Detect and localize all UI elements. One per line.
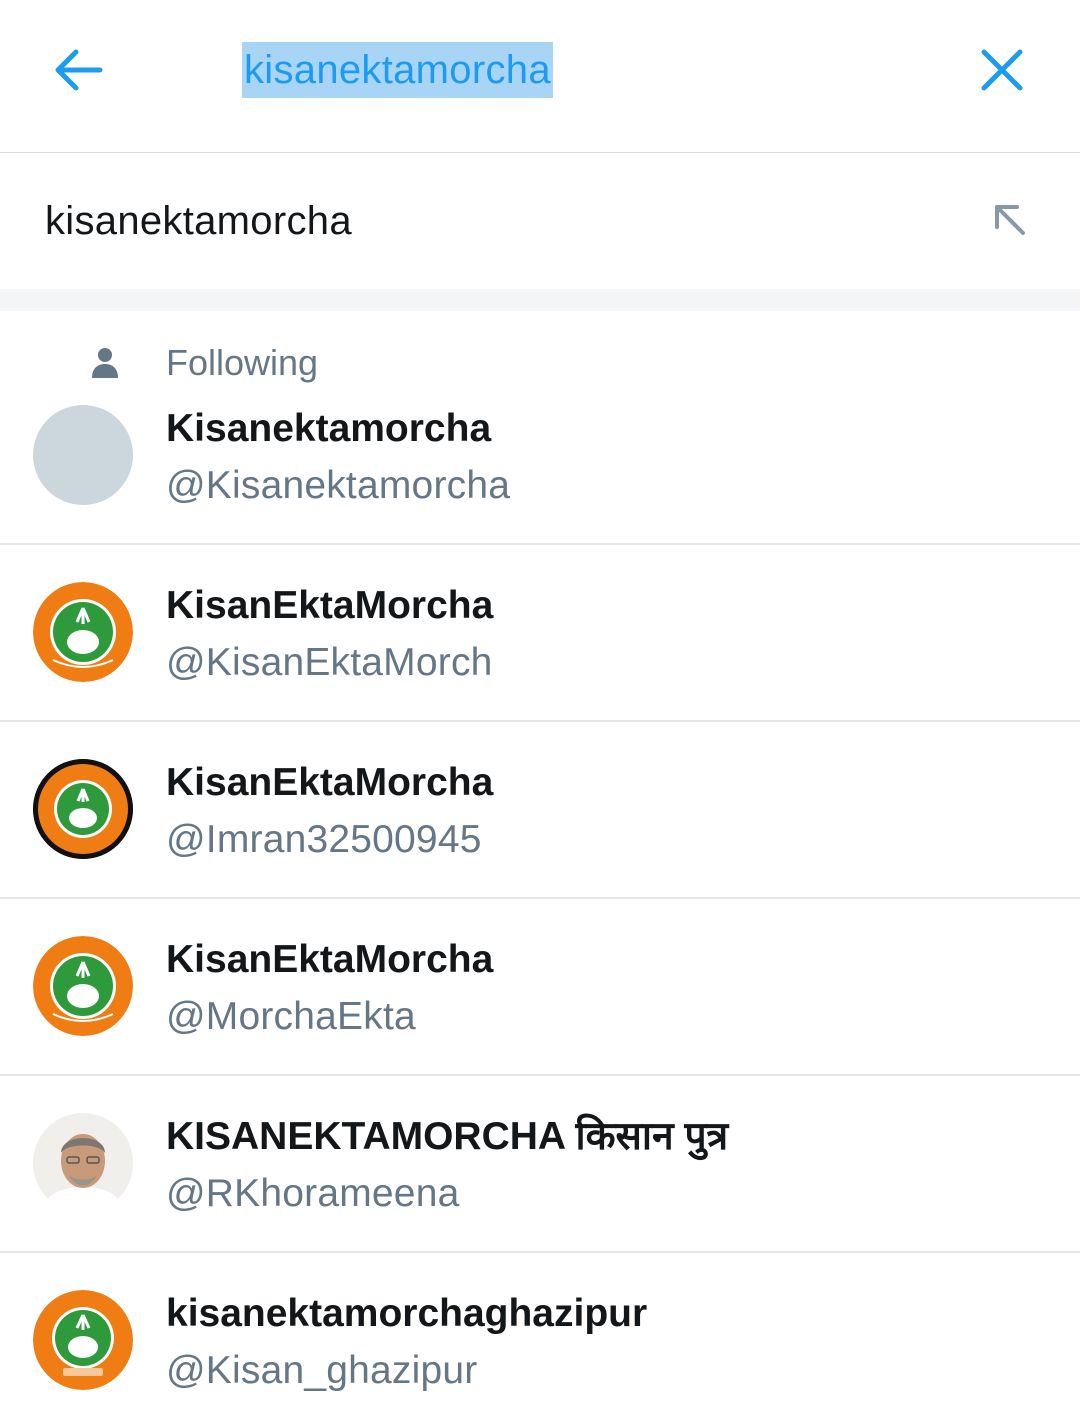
avatar: [33, 759, 133, 859]
section-divider: [0, 289, 1080, 311]
avatar: [33, 1290, 133, 1390]
query-suggestion-text: kisanektamorcha: [45, 199, 352, 243]
user-handle: @KisanEktaMorch: [166, 641, 493, 684]
fill-query-button[interactable]: [976, 186, 1042, 252]
avatar: [33, 936, 133, 1036]
following-indicator: Following: [0, 336, 1080, 392]
avatar: [33, 1113, 133, 1213]
person-icon: [92, 348, 118, 378]
user-handle: @Kisanektamorcha: [166, 464, 511, 507]
search-query-text: kisanektamorcha: [242, 42, 553, 98]
user-display-name: KisanEktaMorcha: [166, 584, 494, 627]
kisan-ekta-morcha-logo-icon: [33, 936, 133, 1036]
kisan-ekta-morcha-logo-icon: [33, 582, 133, 682]
arrow-up-left-icon: [995, 205, 1025, 235]
clear-search-button[interactable]: [968, 36, 1036, 104]
user-display-name: Kisanektamorcha: [166, 407, 492, 450]
avatar: [33, 582, 133, 682]
arrow-left-icon: [55, 49, 103, 91]
kisan-ekta-morcha-logo-icon: [33, 759, 133, 859]
user-result-row[interactable]: [0, 722, 1080, 899]
close-icon: [981, 49, 1023, 91]
user-result-row[interactable]: [0, 1076, 1080, 1253]
user-display-name: KISANEKTAMORCHA किसान पुत्र: [166, 1115, 729, 1158]
search-input[interactable]: kisanektamorcha: [242, 42, 553, 98]
user-handle: @MorchaEkta: [166, 995, 416, 1038]
user-handle: @Kisan_ghazipur: [166, 1349, 478, 1392]
kisan-ekta-morcha-logo-icon: [33, 1290, 133, 1390]
user-result-row[interactable]: [0, 545, 1080, 722]
avatar: [33, 405, 133, 505]
search-header: kisanektamorcha: [0, 0, 1080, 153]
user-result-row[interactable]: [0, 899, 1080, 1076]
profile-photo-icon: [33, 1113, 133, 1213]
user-display-name: kisanektamorchaghazipur: [166, 1292, 648, 1335]
user-handle: @RKhorameena: [166, 1172, 460, 1215]
user-display-name: KisanEktaMorcha: [166, 938, 494, 981]
user-handle: @Imran32500945: [166, 818, 482, 861]
query-suggestion-row[interactable]: kisanektamorcha: [0, 153, 1080, 289]
back-button[interactable]: [44, 36, 112, 104]
user-display-name: KisanEktaMorcha: [166, 761, 494, 804]
following-label: Following: [166, 342, 319, 383]
